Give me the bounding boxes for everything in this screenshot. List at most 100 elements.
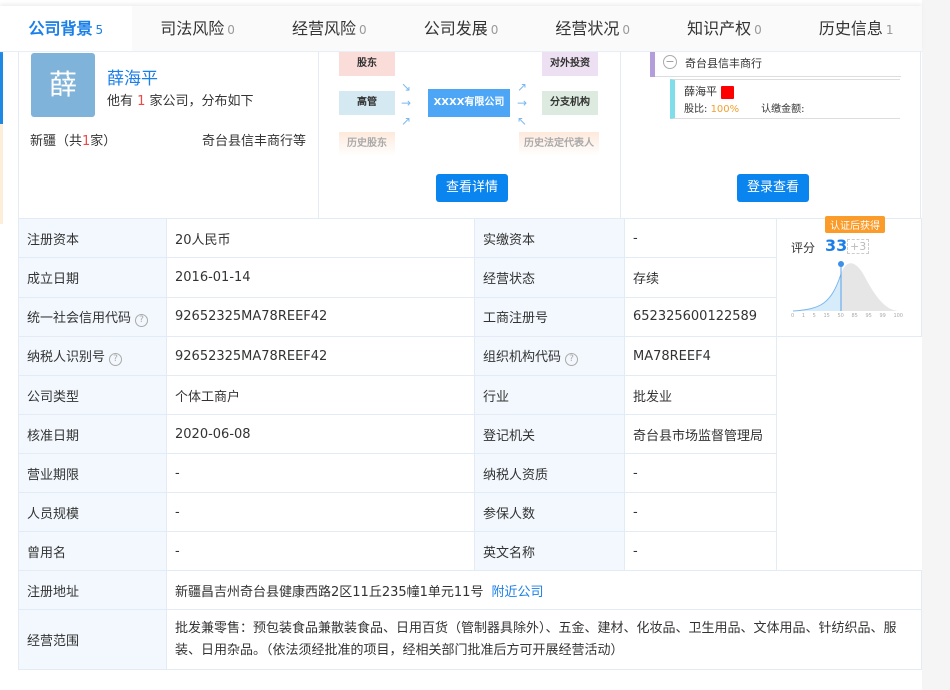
arrow-icon: ↗: [401, 114, 412, 128]
field-label: 纳税人资质: [474, 453, 625, 493]
field-value: 存续: [624, 257, 777, 298]
desc-text: 他有: [107, 94, 138, 109]
tab-operating-status[interactable]: 经营状况 0: [527, 6, 659, 51]
desc-text: 家公司，分布如下: [145, 94, 254, 109]
table-row: 曾用名 - 英文名称 -: [18, 531, 922, 571]
scope-value: 批发兼零售：预包装食品兼散装食品、日用百货（管制器具除外）、五金、建材、化妆品、…: [166, 609, 922, 670]
tick-label: 100: [893, 313, 903, 319]
field-label: 曾用名: [18, 531, 167, 571]
executive-node: 高管: [339, 91, 395, 115]
table-row: 注册地址 新疆昌吉州奇台县健康西路2区11丘235幢1单元11号 附近公司: [18, 570, 922, 610]
arrow-icon: →: [401, 96, 412, 110]
holder-ratio: 股比: 100% 认缴金额:: [684, 100, 894, 115]
tick-label: 1: [801, 313, 805, 319]
arrow-icon: ↗: [517, 80, 528, 94]
ratio-label: 股比:: [684, 104, 711, 115]
tab-count: 0: [490, 23, 499, 37]
table-row: 公司类型 个体工商户 行业 批发业: [18, 375, 922, 415]
label-text: 登记机关: [483, 428, 536, 444]
equity-company: 奇台县信丰商行: [685, 57, 762, 70]
table-row: 经营范围 批发兼零售：预包装食品兼散装食品、日用百货（管制器具除外）、五金、建材、…: [18, 609, 922, 670]
field-value: 20人民币: [166, 217, 475, 259]
field-value: -: [624, 217, 777, 259]
table-row: 核准日期 2020-06-08 登记机关 奇台县市场监督管理局: [18, 414, 922, 454]
label-text: 注册资本: [27, 232, 80, 248]
tab-judicial-risk[interactable]: 司法风险 0: [132, 6, 264, 51]
tick-label: 99: [879, 313, 886, 319]
arrow-icon: ↖: [517, 114, 528, 128]
field-label: 工商注册号: [474, 296, 625, 338]
divider: [655, 76, 901, 77]
label-text: 统一社会信用代码: [27, 310, 132, 326]
tab-label: 公司发展: [423, 19, 488, 38]
field-value: 2016-01-14: [166, 257, 475, 298]
arrow-icon: →: [517, 96, 528, 110]
score-distribution-chart: [792, 261, 901, 312]
field-value: 个体工商户: [166, 375, 475, 415]
avatar: 薛: [31, 53, 95, 117]
field-label: 统一社会信用代码?: [18, 296, 167, 338]
tab-development[interactable]: 公司发展 0: [395, 6, 527, 51]
field-value: -: [166, 531, 475, 571]
tab-label: 经营风险: [291, 19, 356, 38]
label-text: 经营状态: [483, 271, 536, 287]
collapse-icon[interactable]: −: [663, 55, 677, 69]
field-label: 公司类型: [18, 375, 167, 415]
arrow-icon: ↘: [401, 80, 412, 94]
amount-label: 认缴金额:: [761, 104, 805, 115]
score-badge: 认证后获得: [825, 216, 885, 233]
field-label: 组织机构代码?: [474, 336, 625, 376]
tab-operating-risk[interactable]: 经营风险 0: [263, 6, 395, 51]
address-text: 新疆昌吉州奇台县健康西路2区11丘235幢1单元11号: [175, 584, 484, 600]
field-value: -: [166, 492, 475, 532]
label-text: 参保人数: [483, 506, 536, 522]
field-value: MA78REEF4: [624, 336, 777, 376]
scrollbar-area[interactable]: [922, 0, 950, 690]
tick-label: 95: [865, 313, 872, 319]
side-accent-lower: [0, 124, 3, 224]
tab-label: 公司背景: [28, 19, 93, 38]
field-label: 注册资本: [18, 217, 167, 259]
table-row: 纳税人识别号? 92652325MA78REEF42 组织机构代码? MA78R…: [18, 336, 922, 376]
nearby-companies-link[interactable]: 附近公司: [491, 585, 543, 600]
tab-company-background[interactable]: 公司背景 5: [0, 6, 132, 51]
tab-label: 知识产权: [687, 19, 752, 38]
help-icon[interactable]: ?: [109, 353, 123, 366]
target-icon: [720, 85, 734, 99]
field-value: -: [624, 531, 777, 571]
tab-label: 历史信息: [818, 19, 883, 38]
history-shareholder-node: 历史股东: [339, 132, 395, 156]
help-icon[interactable]: ?: [565, 353, 579, 366]
field-value: -: [166, 453, 475, 493]
score-value: 33: [825, 236, 848, 255]
label-text: 成立日期: [27, 271, 80, 287]
field-label: 英文名称: [474, 531, 625, 571]
tab-history[interactable]: 历史信息 1: [790, 6, 922, 51]
region-text: 家）: [90, 134, 117, 149]
label-text: 营业期限: [27, 467, 80, 483]
view-details-button[interactable]: 查看详情: [436, 174, 509, 202]
company-list[interactable]: 奇台县信丰商行等: [202, 130, 306, 149]
tab-ip[interactable]: 知识产权 0: [659, 6, 791, 51]
help-icon[interactable]: ?: [135, 313, 149, 327]
tick-label: 50: [837, 313, 844, 319]
person-name[interactable]: 薛海平: [107, 64, 158, 89]
branch-node: 分支机构: [542, 91, 598, 115]
region-text: 新疆（共: [30, 134, 83, 149]
holder-card: 薛海平 股比: 100% 认缴金额:: [670, 79, 900, 119]
table-row: 注册资本 20人民币 实缴资本 - 认证后获得 评分 33 +3 0 1 5 15 50…: [18, 216, 922, 337]
field-label: 成立日期: [18, 257, 167, 298]
shareholder-node: 股东: [339, 52, 395, 76]
label-text: 公司类型: [27, 389, 80, 405]
tab-count: 0: [227, 23, 235, 37]
tick-label: 5: [812, 313, 816, 319]
field-label: 注册地址: [18, 570, 167, 610]
tab-bar: 公司背景 5 司法风险 0 经营风险 0 公司发展 0 经营状况 0 知识产权 0 历史信息…: [0, 6, 922, 52]
field-label: 登记机关: [474, 414, 625, 454]
table-row: 营业期限 - 纳税人资质 -: [18, 453, 922, 493]
login-view-button[interactable]: 登录查看: [737, 174, 810, 202]
field-label: 营业期限: [18, 453, 167, 493]
label-text: 英文名称: [483, 545, 536, 561]
person-panel: 薛 薛海平 他有 1 家公司，分布如下 新疆（共1家） 奇台县信丰商行等: [18, 52, 319, 218]
label-text: 核准日期: [27, 428, 80, 444]
